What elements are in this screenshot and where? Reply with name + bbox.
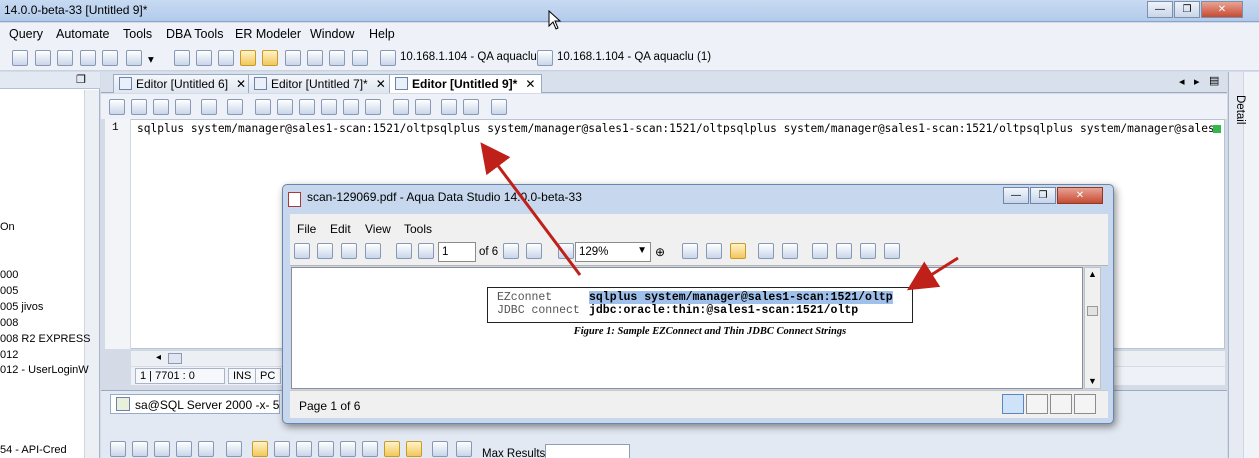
annotation-arrow-to-editor	[480, 142, 582, 276]
annotation-arrows	[480, 142, 959, 291]
mouse-cursor-icon	[548, 10, 562, 30]
annotation-arrow-to-ezconnect	[906, 256, 959, 291]
